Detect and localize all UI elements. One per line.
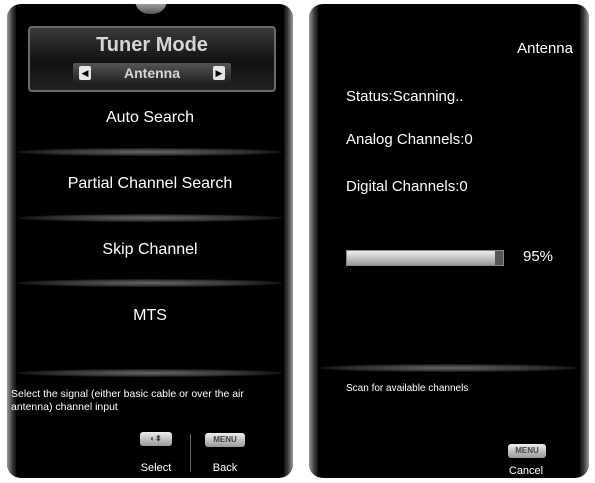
back-label: Back bbox=[212, 462, 238, 474]
menu-button-icon[interactable]: MENU bbox=[508, 444, 546, 458]
tuner-mode-header: Tuner Mode ◀ Antenna ▶ bbox=[28, 26, 276, 92]
panel-divider bbox=[319, 364, 579, 372]
right-arrow-icon[interactable]: ▶ bbox=[213, 66, 225, 80]
menu-item-partial-channel-search[interactable]: Partial Channel Search bbox=[7, 175, 293, 193]
tuner-mode-value: Antenna bbox=[124, 65, 180, 81]
select-arrows-icon: ◐⬍ bbox=[140, 432, 172, 446]
channel-scan-panel: Antenna Status:Scanning.. Analog Channel… bbox=[309, 4, 589, 478]
menu-button-icon[interactable]: MENU bbox=[205, 433, 245, 447]
cancel-label: Cancel bbox=[508, 465, 544, 477]
help-text: Select the signal (either basic cable or… bbox=[11, 388, 244, 413]
panel-top-tab bbox=[135, 4, 167, 14]
menu-item-auto-search[interactable]: Auto Search bbox=[7, 109, 293, 127]
tuner-menu-panel: Tuner Mode ◀ Antenna ▶ Auto Search Parti… bbox=[7, 4, 293, 478]
menu-divider bbox=[17, 148, 283, 156]
tuner-mode-selector[interactable]: ◀ Antenna ▶ bbox=[73, 63, 231, 83]
menu-item-mts[interactable]: MTS bbox=[7, 307, 293, 325]
menu-divider bbox=[17, 369, 283, 377]
scan-status: Status:Scanning.. bbox=[346, 88, 464, 105]
menu-divider bbox=[17, 214, 283, 222]
scan-progress-bar bbox=[346, 250, 504, 266]
button-divider bbox=[190, 434, 191, 472]
analog-channels-count: Analog Channels:0 bbox=[346, 131, 473, 148]
menu-divider bbox=[17, 279, 283, 287]
menu-item-skip-channel[interactable]: Skip Channel bbox=[7, 241, 293, 259]
page-title: Tuner Mode bbox=[96, 34, 208, 56]
help-text: Scan for available channels bbox=[346, 383, 469, 394]
scan-progress-fill bbox=[347, 251, 496, 265]
digital-channels-count: Digital Channels:0 bbox=[346, 178, 468, 195]
select-label: Select bbox=[140, 462, 172, 474]
source-label: Antenna bbox=[517, 40, 573, 57]
scan-progress-percent: 95% bbox=[523, 248, 554, 265]
